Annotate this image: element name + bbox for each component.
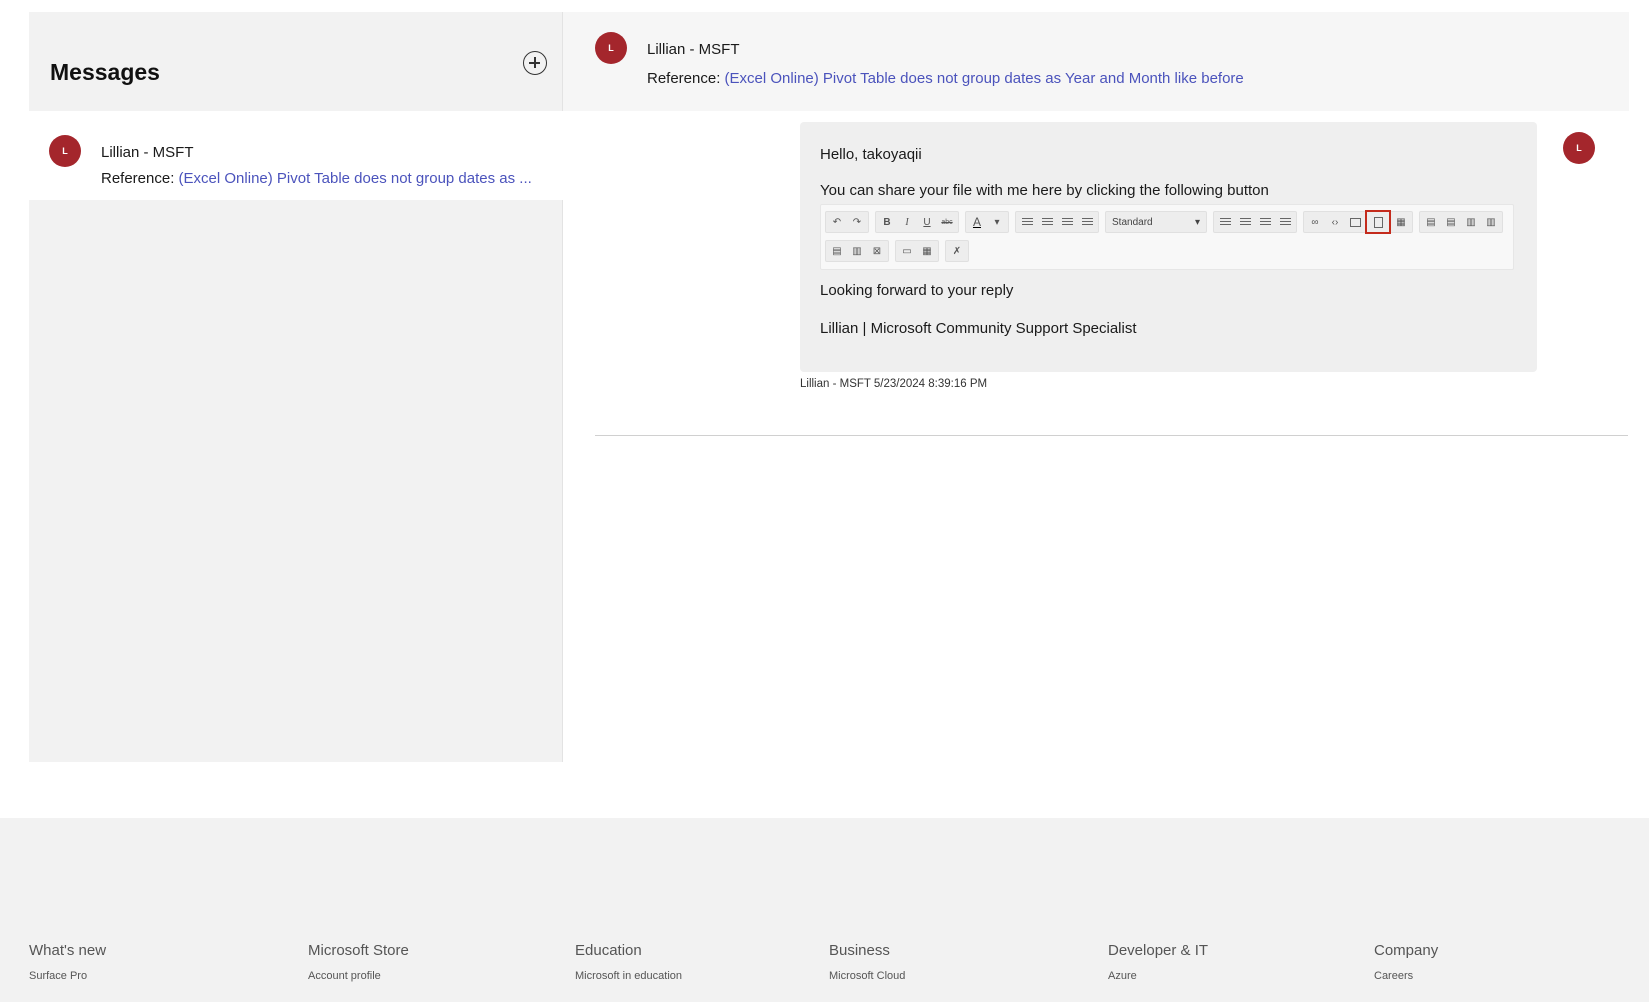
- toolbar-row: ▤ ▥ ⊠ ▭ ▦ ✗: [825, 240, 975, 262]
- new-message-plus-icon[interactable]: [523, 51, 547, 75]
- conversation-reference: Reference: (Excel Online) Pivot Table do…: [101, 170, 556, 187]
- footer-column: What's new Surface Pro: [29, 942, 106, 982]
- insert-row-below-icon: ▤: [1446, 216, 1456, 228]
- numbered-list-icon: [1215, 212, 1235, 232]
- footer-column: Business Microsoft Cloud: [829, 942, 905, 982]
- message-body: You can share your file with me here by …: [820, 182, 1269, 199]
- toolbar-row: ↶ ↷ B I U abc A ▾ Standard ▾ ∞ ‹› ▦ ▤ ▤ …: [825, 210, 1509, 234]
- footer-link[interactable]: Azure: [1108, 970, 1208, 982]
- merge-cells-icon: ▭: [902, 245, 912, 257]
- align-group: [1015, 211, 1099, 233]
- align-right-icon: [1057, 212, 1077, 232]
- delete-row-icon: ▤: [832, 245, 842, 257]
- footer-link[interactable]: Microsoft in education: [575, 970, 682, 982]
- footer-column: Education Microsoft in education: [575, 942, 682, 982]
- avatar: L: [1563, 132, 1595, 164]
- history-group: ↶ ↷: [825, 211, 869, 233]
- divider: [595, 435, 1628, 436]
- footer-heading: Company: [1374, 942, 1439, 959]
- split-cells-icon: ▦: [922, 245, 932, 257]
- italic-icon: I: [905, 216, 909, 228]
- insert-group: ∞ ‹› ▦: [1303, 210, 1413, 234]
- undo-icon: ↶: [832, 216, 842, 228]
- underline-icon: U: [923, 216, 931, 228]
- insert-row-above-icon: ▤: [1426, 216, 1436, 228]
- align-left-icon: [1017, 212, 1037, 232]
- footer-link[interactable]: Surface Pro: [29, 970, 106, 982]
- messages-title: Messages: [50, 59, 160, 85]
- chevron-down-icon: ▾: [1194, 216, 1200, 228]
- table-edit-group: ▤ ▥ ⊠: [825, 240, 889, 262]
- clear-formatting-icon: ✗: [952, 245, 962, 257]
- message-bubble: Hello, takoyaqii You can share your file…: [800, 122, 1537, 372]
- outdent-icon: [1275, 212, 1295, 232]
- style-select-value: Standard: [1112, 216, 1153, 228]
- table-icon: ▦: [1396, 216, 1406, 228]
- footer-heading: Education: [575, 942, 642, 959]
- editor-toolbar-image: ↶ ↷ B I U abc A ▾ Standard ▾ ∞ ‹› ▦ ▤ ▤ …: [820, 204, 1514, 270]
- reference-link[interactable]: (Excel Online) Pivot Table does not grou…: [179, 170, 532, 187]
- footer-link[interactable]: Careers: [1374, 970, 1438, 982]
- strikethrough-icon: abc: [941, 218, 953, 226]
- thread-reference-link[interactable]: (Excel Online) Pivot Table does not grou…: [725, 70, 1244, 87]
- delete-column-icon: ▥: [852, 245, 862, 257]
- conversation-sender-name: Lillian - MSFT: [101, 144, 194, 161]
- redo-icon: ↷: [852, 216, 862, 228]
- thread-reference: Reference: (Excel Online) Pivot Table do…: [647, 70, 1244, 87]
- footer-column: Microsoft Store Account profile: [308, 942, 409, 982]
- link-icon: ∞: [1311, 216, 1319, 228]
- reference-label: Reference:: [647, 70, 721, 87]
- message-signature: Lillian | Microsoft Community Support Sp…: [820, 320, 1137, 337]
- footer-heading: Developer & IT: [1108, 942, 1209, 959]
- footer-link[interactable]: Microsoft Cloud: [829, 970, 905, 982]
- insert-file-icon: [1365, 210, 1391, 234]
- align-justify-icon: [1077, 212, 1097, 232]
- avatar: L: [49, 135, 81, 167]
- conversation-list-item[interactable]: L Lillian - MSFT Reference: (Excel Onlin…: [29, 111, 563, 200]
- conversation-list-empty-area: [29, 200, 563, 762]
- merge-group: ▭ ▦: [895, 240, 939, 262]
- code-icon: ‹›: [1331, 216, 1339, 228]
- insert-column-left-icon: ▥: [1466, 216, 1476, 228]
- footer-heading: Business: [829, 942, 890, 959]
- chevron-down-icon: ▾: [994, 216, 1000, 228]
- bold-icon: B: [883, 216, 891, 228]
- thread-sender-name: Lillian - MSFT: [647, 41, 740, 58]
- footer: What's new Surface Pro Microsoft Store A…: [0, 818, 1649, 1002]
- footer-column: Developer & IT Azure: [1108, 942, 1208, 982]
- footer-link[interactable]: Account profile: [308, 970, 409, 982]
- align-center-icon: [1037, 212, 1057, 232]
- table-group: ▤ ▤ ▥ ▥: [1419, 211, 1503, 233]
- image-icon: [1345, 212, 1365, 232]
- insert-column-right-icon: ▥: [1486, 216, 1496, 228]
- message-greeting: Hello, takoyaqii: [820, 146, 922, 163]
- message-timestamp: Lillian - MSFT 5/23/2024 8:39:16 PM: [800, 378, 988, 390]
- indent-icon: [1255, 212, 1275, 232]
- clear-group: ✗: [945, 240, 969, 262]
- list-group: [1213, 211, 1297, 233]
- footer-heading: Microsoft Store: [308, 942, 409, 959]
- delete-table-icon: ⊠: [872, 245, 882, 257]
- color-group: A ▾: [965, 211, 1009, 233]
- reference-label: Reference:: [101, 170, 175, 187]
- bulleted-list-icon: [1235, 212, 1255, 232]
- footer-heading: What's new: [29, 942, 107, 959]
- style-select: Standard ▾: [1105, 211, 1207, 233]
- sidebar-header: Messages: [29, 12, 563, 111]
- footer-column: Company Careers: [1374, 942, 1438, 982]
- thread-header: L Lillian - MSFT Reference: (Excel Onlin…: [563, 12, 1629, 111]
- format-group: B I U abc: [875, 211, 959, 233]
- avatar: L: [595, 32, 627, 64]
- font-color-icon: A: [972, 215, 981, 229]
- message-closing: Looking forward to your reply: [820, 282, 1014, 299]
